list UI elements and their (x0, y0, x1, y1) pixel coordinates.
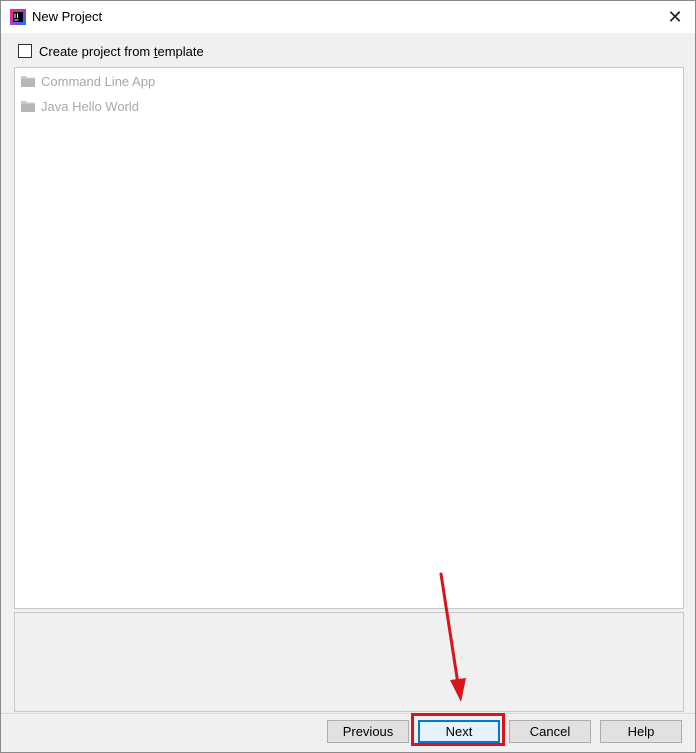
folder-icon (21, 75, 35, 87)
intellij-app-icon (10, 9, 26, 25)
folder-icon (21, 100, 35, 112)
new-project-dialog: New Project ✕ Create project from templa… (0, 0, 696, 753)
create-from-template-checkbox[interactable] (18, 44, 32, 58)
title-bar: New Project ✕ (1, 1, 695, 33)
description-panel (14, 612, 684, 712)
previous-button[interactable]: Previous (327, 720, 409, 743)
create-from-template-option[interactable]: Create project from template (18, 43, 204, 59)
template-label-command-line-app: Command Line App (41, 73, 156, 89)
next-button[interactable]: Next (418, 720, 500, 743)
list-item[interactable]: Java Hello World (21, 97, 139, 115)
template-label-java-hello-world: Java Hello World (41, 98, 140, 114)
list-item[interactable]: Command Line App (21, 72, 155, 90)
cancel-button[interactable]: Cancel (509, 720, 591, 743)
create-from-template-label[interactable]: Create project from template (39, 44, 204, 59)
window-title: New Project (32, 9, 103, 24)
close-button[interactable]: ✕ (655, 1, 695, 33)
footer-divider (1, 713, 695, 714)
close-icon: ✕ (667, 6, 683, 27)
help-button[interactable]: Help (600, 720, 682, 743)
template-list[interactable]: Command Line App Java Hello World (14, 67, 684, 609)
